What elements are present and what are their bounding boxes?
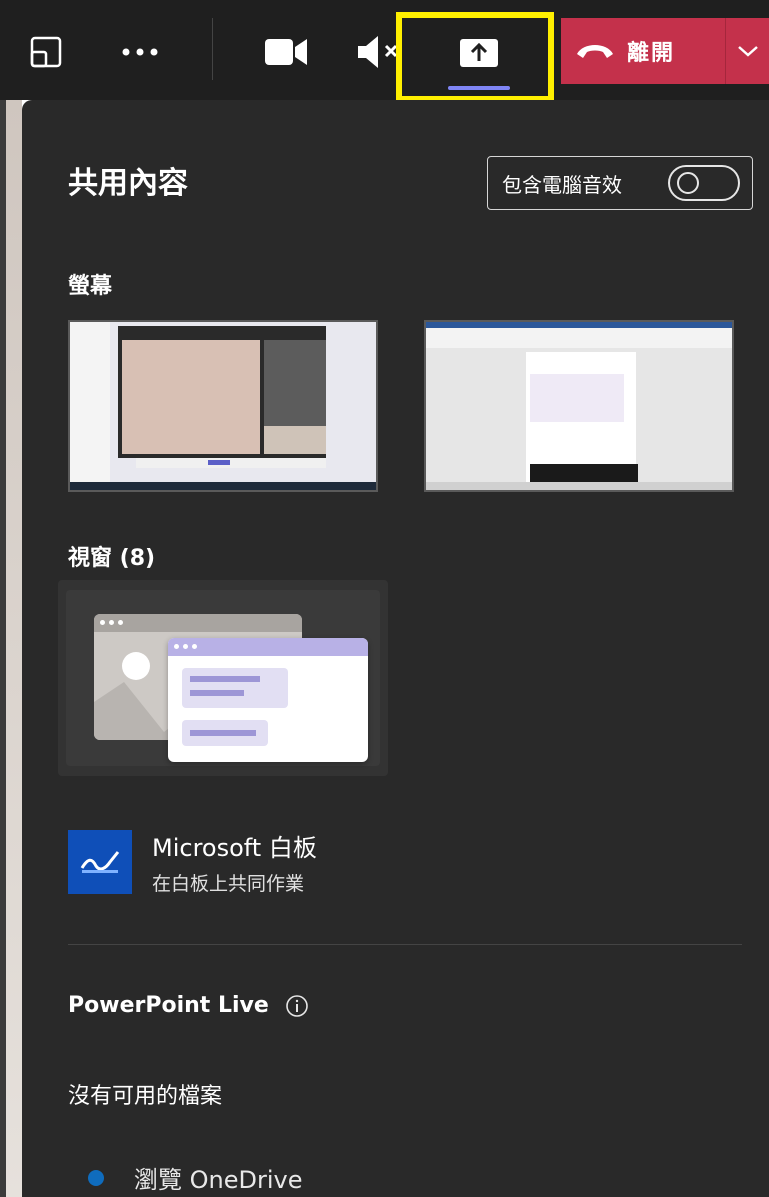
info-icon[interactable] bbox=[285, 994, 309, 1018]
video-camera-icon bbox=[265, 39, 307, 65]
toolbar-divider bbox=[212, 18, 213, 80]
cast-button[interactable] bbox=[22, 28, 70, 76]
panel-title: 共用內容 bbox=[68, 166, 188, 201]
speaker-button[interactable] bbox=[352, 26, 400, 78]
browse-onedrive-option[interactable]: 瀏覽 OneDrive bbox=[86, 1160, 302, 1195]
leave-button-group: 離開 bbox=[561, 18, 769, 84]
powerpoint-live-label: PowerPoint Live bbox=[68, 993, 269, 1018]
more-options-button[interactable] bbox=[112, 28, 168, 76]
more-icon bbox=[122, 48, 158, 56]
include-audio-toggle[interactable]: 包含電腦音效 bbox=[487, 156, 753, 210]
meeting-toolbar: 離開 bbox=[0, 0, 769, 102]
window-thumbnail[interactable] bbox=[58, 580, 388, 776]
share-content-panel: 共用內容 包含電腦音效 螢幕 視窗 (8) Microsoft 白板 在白板上共… bbox=[22, 100, 769, 1197]
cast-icon bbox=[30, 36, 62, 68]
background-strip bbox=[0, 100, 22, 1197]
windows-section-label: 視窗 (8) bbox=[68, 546, 156, 571]
onedrive-icon bbox=[88, 1169, 104, 1186]
no-files-label: 沒有可用的檔案 bbox=[68, 1084, 223, 1109]
chevron-down-icon bbox=[737, 46, 758, 57]
onedrive-label: 瀏覽 OneDrive bbox=[134, 1166, 303, 1194]
whiteboard-icon bbox=[68, 830, 132, 894]
speaker-muted-icon bbox=[358, 36, 398, 68]
screen-thumbnail-2[interactable] bbox=[424, 320, 734, 492]
leave-options-button[interactable] bbox=[726, 18, 769, 84]
screens-section-label: 螢幕 bbox=[68, 274, 113, 299]
include-audio-label: 包含電腦音效 bbox=[502, 172, 622, 197]
toggle-switch[interactable] bbox=[668, 165, 740, 201]
screen-thumbnail-1[interactable] bbox=[68, 320, 378, 492]
whiteboard-title: Microsoft 白板 bbox=[152, 834, 317, 862]
section-divider bbox=[68, 944, 742, 945]
camera-button[interactable] bbox=[258, 26, 314, 78]
window-illustration-front bbox=[168, 638, 368, 762]
whiteboard-subtitle: 在白板上共同作業 bbox=[152, 873, 305, 895]
leave-label: 離開 bbox=[627, 41, 676, 66]
powerpoint-live-header: PowerPoint Live bbox=[68, 993, 309, 1018]
share-button-highlight bbox=[396, 12, 554, 102]
whiteboard-option[interactable]: Microsoft 白板 在白板上共同作業 bbox=[68, 828, 317, 896]
leave-button[interactable]: 離開 bbox=[561, 18, 725, 84]
hang-up-icon bbox=[577, 45, 613, 58]
